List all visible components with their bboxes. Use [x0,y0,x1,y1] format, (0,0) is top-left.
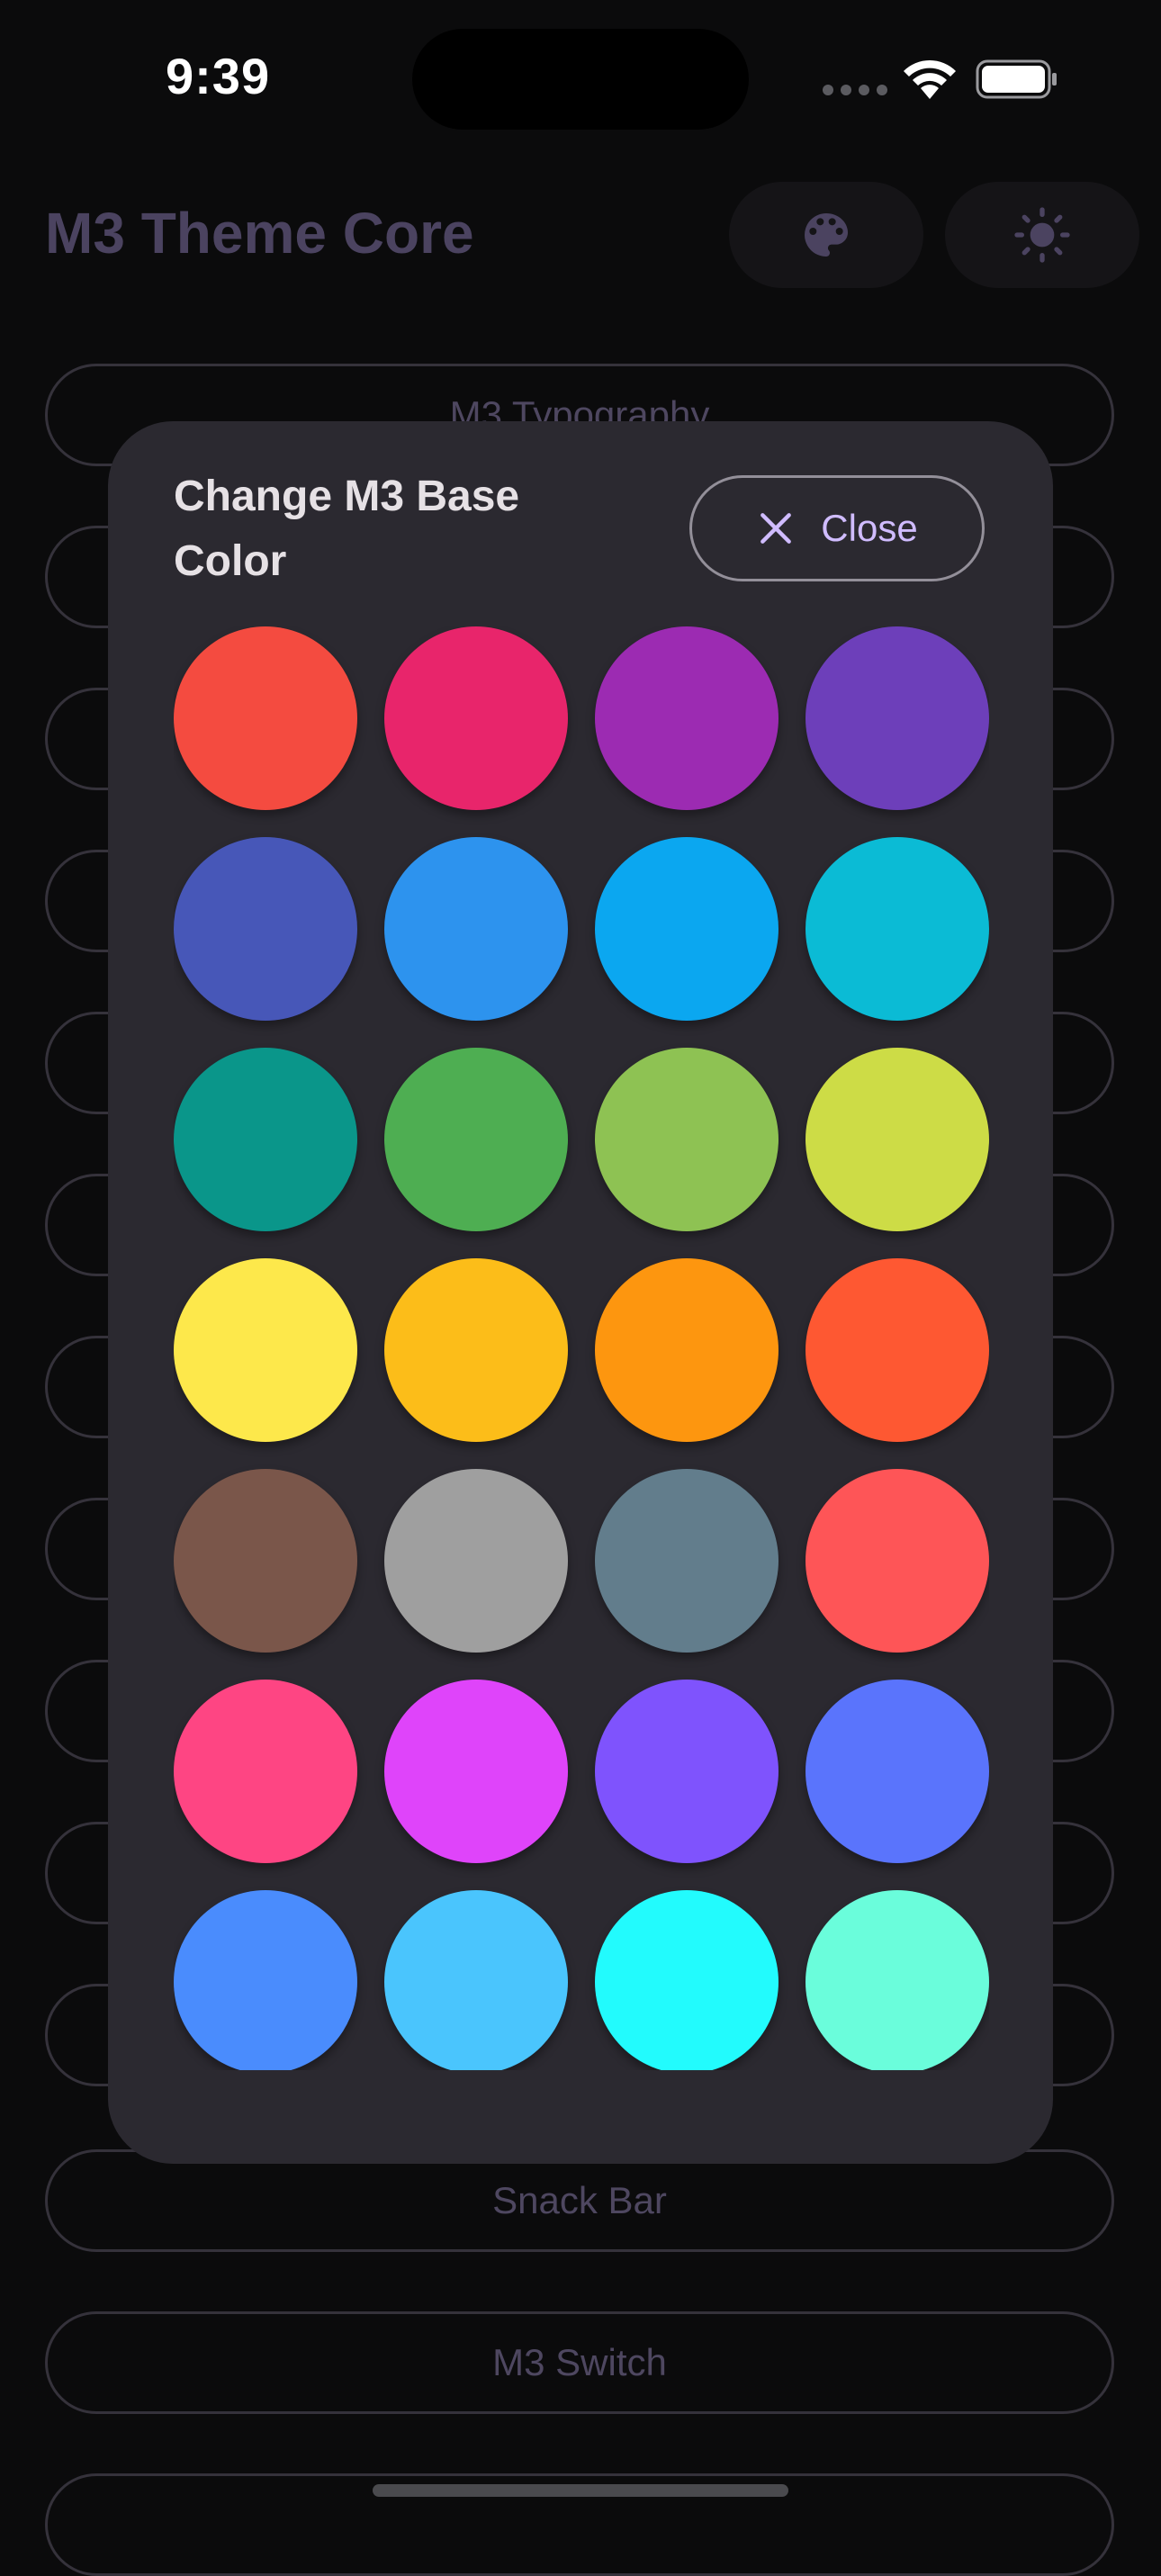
color-swatch[interactable] [174,626,357,810]
color-swatch[interactable] [595,1258,778,1442]
close-icon [760,513,792,544]
close-button[interactable]: Close [689,475,985,581]
dynamic-island [412,29,749,130]
color-swatch[interactable] [174,1469,357,1653]
color-swatch[interactable] [806,1680,989,1863]
dialog-title: Change M3 Base Color [174,473,520,585]
color-swatch[interactable] [806,626,989,810]
list-button[interactable]: M3 Switch [45,2311,1114,2414]
color-swatch[interactable] [806,837,989,1021]
palette-icon [805,213,848,257]
home-indicator[interactable] [373,2484,788,2497]
color-swatch[interactable] [174,1048,357,1231]
toggle-theme-button[interactable] [945,182,1139,288]
cellular-signal-icon [823,85,887,95]
color-swatch[interactable] [384,1048,568,1231]
color-swatch[interactable] [384,1469,568,1653]
color-swatch[interactable] [806,1469,989,1653]
brightness-icon [1014,207,1070,263]
color-swatch[interactable] [384,1258,568,1442]
status-time: 9:39 [166,48,271,104]
color-swatch[interactable] [384,1890,568,2070]
wifi-icon [904,59,956,99]
app-title: M3 Theme Core [45,201,474,266]
color-swatch[interactable] [595,1048,778,1231]
color-swatch[interactable] [595,626,778,810]
change-color-button[interactable] [729,182,923,288]
color-swatch[interactable] [595,1890,778,2070]
close-button-label: Close [821,507,918,549]
color-swatch-grid [174,626,989,2070]
color-swatch[interactable] [806,1258,989,1442]
color-picker-dialog: Change M3 Base Color Close [108,421,1053,2164]
color-swatch[interactable] [806,1048,989,1231]
color-swatch[interactable] [384,626,568,810]
color-swatch[interactable] [806,1890,989,2070]
list-button[interactable]: Snack Bar [45,2149,1114,2252]
color-swatch[interactable] [174,1890,357,2070]
color-swatch[interactable] [384,1680,568,1863]
color-swatch[interactable] [384,837,568,1021]
color-swatch[interactable] [174,1680,357,1863]
color-swatch[interactable] [174,1258,357,1442]
battery-icon [976,59,1057,99]
color-swatch[interactable] [174,837,357,1021]
color-swatch[interactable] [595,837,778,1021]
color-swatch[interactable] [595,1469,778,1653]
color-swatch[interactable] [595,1680,778,1863]
